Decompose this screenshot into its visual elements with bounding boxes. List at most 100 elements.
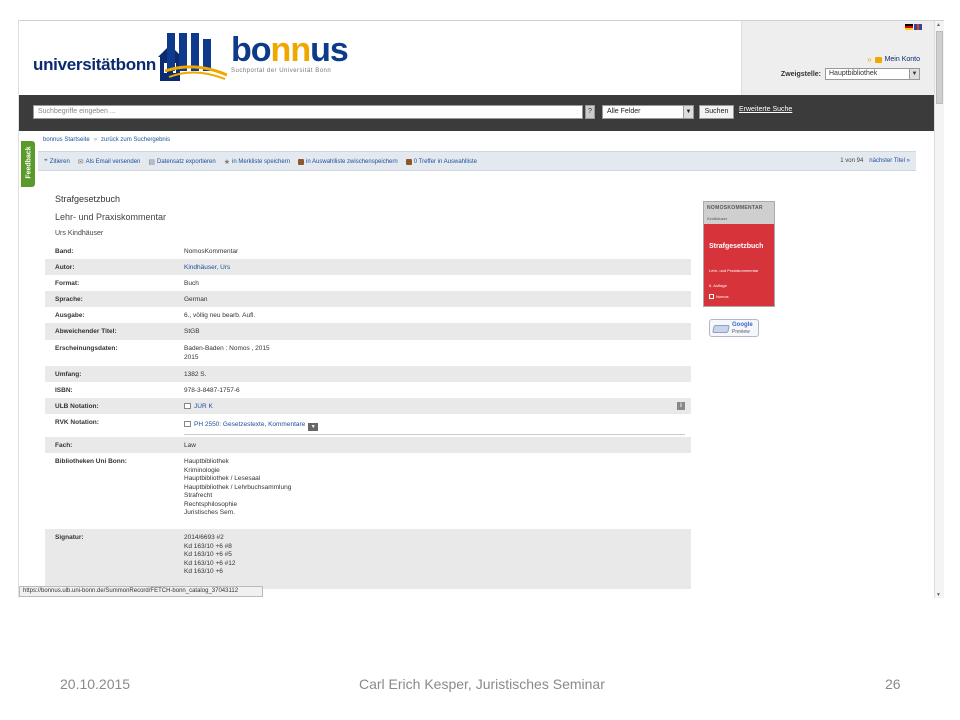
library-list: Hauptbibliothek Kriminologie Hauptbiblio… [184,458,291,518]
author-link[interactable]: Kindhäuser, Urs [184,264,230,273]
branch-value: Hauptbibliothek [829,70,878,77]
slide-footer-text: Carl Erich Kesper, Juristisches Seminar [359,676,605,692]
detail-label: Sprache: [55,296,83,303]
detail-label: Format: [55,280,80,287]
browser-screenshot: universitätbonn bonnus Suchportal der Un… [18,20,944,598]
watchlist-button[interactable]: ★ in Merkliste speichern [224,158,290,166]
chevron-down-icon[interactable]: ▼ [308,423,319,431]
detail-label: Erscheinungsdaten: [55,345,118,352]
record-author: Urs Kindhäuser [55,230,104,237]
export-button[interactable]: ▤ Datensatz exportieren [148,158,215,166]
next-title-label: nächster Titel [869,158,905,164]
list-item: Hauptbibliothek [184,458,229,465]
scrollbar-thumb[interactable] [936,31,943,104]
shelf-icon [184,421,191,427]
detail-value: NomosKommentar [184,248,239,255]
publisher-logo-icon [709,294,714,299]
search-button[interactable]: Suchen [699,105,734,119]
google-preview-button[interactable]: Google Preview [709,319,759,337]
detail-label: ISBN: [55,387,73,394]
feedback-tab[interactable]: Feedback [21,141,35,187]
cover-publisher-name: Nomos [716,294,729,299]
scroll-up-icon[interactable]: ▲ [936,22,941,28]
scroll-down-icon[interactable]: ▼ [936,592,941,598]
list-item: Hauptbibliothek / Lesesaal [184,475,261,482]
detail-row: Umfang: 1382 S. [45,366,691,382]
cover-title: Strafgesetzbuch [709,243,764,250]
detail-label: Autor: [55,264,75,271]
university-wordmark: universitätbonn [33,55,157,74]
detail-label: Fach: [55,442,73,449]
detail-row: Erscheinungsdaten: Baden-Baden : Nomos ,… [45,340,691,366]
search-field-select[interactable]: Alle Felder ▼ [602,105,694,119]
bonnus-logo[interactable]: bonnus Suchportal der Universität Bonn [231,33,349,74]
breadcrumb-separator-icon: » [93,137,98,143]
detail-row: ISBN: 978-3-8487-1757-6 [45,382,691,398]
university-logo[interactable]: universitätbonn [33,33,183,81]
detail-row: Ausgabe: 6., völlig neu bearb. Aufl. [45,307,691,323]
search-help-button[interactable]: ? [585,105,595,119]
search-input[interactable]: Suchbegriffe eingeben ... [33,105,583,119]
email-button[interactable]: ✉ Als Email versenden [78,158,141,166]
my-account-link[interactable]: » Mein Konto [867,55,920,64]
chevron-down-icon: ▼ [909,69,919,79]
breadcrumb-back[interactable]: zurück zum Suchergebnis [101,137,170,143]
double-chevron-icon: » [867,55,872,64]
branch-selector: Zweigstelle: Hauptbibliothek ▼ [781,68,920,80]
detail-row: Fach: Law [45,437,691,453]
bonnus-bars-icon [165,33,227,80]
detail-row: RVK Notation: PH 2550: Gesetzestexte, Ko… [45,414,691,437]
detail-row: Sprache: German [45,291,691,307]
detail-row: Signatur: 2014/6693 #2 Kd 163/10 +6 #8 K… [45,529,691,589]
list-item: Kd 163/10 +6 #8 [184,542,232,550]
watchlist-label: in Merkliste speichern [231,159,291,165]
branch-select[interactable]: Hauptbibliothek ▼ [825,68,920,80]
detail-value-line: Baden-Baden : Nomos , 2015 [184,345,270,352]
folder-icon [298,159,305,165]
breadcrumb: bonnus Startseite » zurück zum Suchergeb… [43,137,170,143]
advanced-search-link[interactable]: Erweiterte Suche [739,106,792,113]
breadcrumb-home[interactable]: bonnus Startseite [43,137,90,143]
detail-value: 6., völlig neu bearb. Aufl. [184,312,256,319]
detail-row: Format: Buch [45,275,691,291]
chevron-down-icon: ▼ [683,106,693,118]
detail-label: Band: [55,248,74,255]
detail-row: Bibliotheken Uni Bonn: Hauptbibliothek K… [45,453,691,529]
envelope-icon: ✉ [77,159,84,166]
list-item: 2014/6693 #2 [184,534,224,541]
detail-value: 978-3-8487-1757-6 [184,387,240,394]
vertical-scrollbar[interactable]: ▲ ▼ [934,21,944,598]
my-account-label: Mein Konto [884,56,920,63]
search-bar: Suchbegriffe eingeben ... ? Alle Felder … [19,95,934,131]
detail-label: Abweichender Titel: [55,328,117,335]
language-switcher [905,24,922,30]
browser-status-url: https://bonnus.ulb.uni-bonn.de/SummonRec… [19,586,263,597]
next-title-link[interactable]: nächster Titel » [869,158,910,164]
english-flag-icon[interactable] [914,24,922,30]
detail-label: Umfang: [55,371,82,378]
detail-row: Abweichender Titel: StGB [45,323,691,340]
german-flag-icon[interactable] [905,24,913,30]
list-item: Juristisches Sem. [184,509,235,516]
cover-edition: 6. Auflage [709,283,727,288]
selection-hits-link[interactable]: 0 Treffer in Auswahlliste [405,159,477,165]
list-item: Strafrecht [184,492,213,499]
cite-button[interactable]: ❞ Zitieren [44,158,70,166]
double-chevron-icon: » [906,158,910,164]
rvk-notation-link[interactable]: PH 2550: Gesetzestexte, Kommentare ▼ [184,421,319,431]
book-cover[interactable]: NOMOSKOMMENTAR Kindhäuser Strafgesetzbuc… [703,201,775,307]
list-item: Kd 163/10 +6 #12 [184,559,236,567]
ulb-notation-link[interactable]: JUR K [184,403,213,412]
lock-icon [874,56,882,63]
google-preview-line2: Preview [732,329,750,335]
account-panel: » Mein Konto Zweigstelle: Hauptbibliothe… [741,21,934,95]
selection-button[interactable]: in Auswahlliste zwischenspeichern [298,159,398,165]
list-item: Hauptbibliothek / Lehrbuchsammlung [184,483,292,491]
feedback-label: Feedback [25,146,33,179]
record-details-table: Band: NomosKommentar Autor: Kindhäuser, … [45,243,691,589]
cover-subtitle: Lehr- und Praxiskommentar [709,268,759,273]
info-icon[interactable]: i [677,402,685,410]
signature-list: 2014/6693 #2 Kd 163/10 +6 #8 Kd 163/10 +… [184,534,236,577]
book-icon [712,325,730,333]
folder-icon [405,159,412,165]
